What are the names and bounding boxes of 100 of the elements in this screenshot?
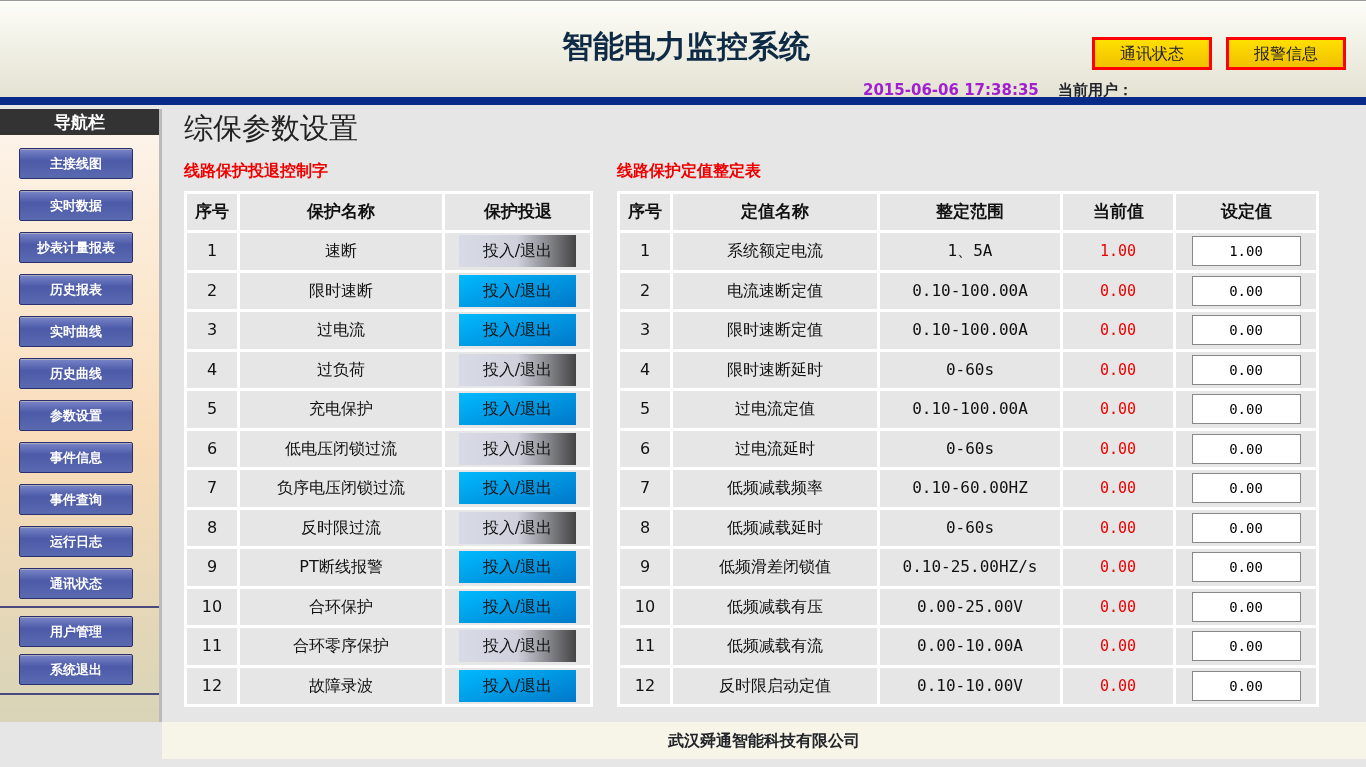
table-cell: 8: [187, 509, 237, 546]
table-cell: 7: [620, 470, 670, 507]
column-header: 序号: [620, 193, 670, 230]
table-cell: 0.00: [1063, 509, 1173, 546]
nav-button[interactable]: 历史曲线: [19, 358, 133, 389]
sidebar-title: 导航栏: [0, 109, 159, 135]
table-cell: 低频减载有流: [673, 628, 877, 665]
table-cell: 故障录波: [240, 667, 442, 704]
column-header: 保护名称: [240, 193, 442, 230]
table-cell: 10: [620, 588, 670, 625]
toggle-button[interactable]: 投入/退出: [459, 551, 576, 584]
page-title: 综保参数设置: [184, 110, 359, 147]
table-cell: 1: [187, 233, 237, 270]
toggle-button[interactable]: 投入/退出: [459, 590, 576, 623]
table-cell: 4: [620, 351, 670, 388]
table-cell: 限时速断: [240, 272, 442, 309]
table-cell: 0.00: [1063, 588, 1173, 625]
value-input[interactable]: 0.00: [1191, 394, 1301, 425]
value-input[interactable]: 0.00: [1191, 473, 1301, 504]
toggle-button[interactable]: 投入/退出: [459, 432, 576, 465]
table-cell: 4: [187, 351, 237, 388]
value-input[interactable]: 0.00: [1191, 591, 1301, 622]
table-cell: 系统额定电流: [673, 233, 877, 270]
toggle-button[interactable]: 投入/退出: [459, 630, 576, 663]
nav-button[interactable]: 实时曲线: [19, 316, 133, 347]
table-cell: 低频滑差闭锁值: [673, 549, 877, 586]
table-cell: 0.00: [1063, 391, 1173, 428]
toggle-button[interactable]: 投入/退出: [459, 511, 576, 544]
header-button[interactable]: 通讯状态: [1092, 37, 1212, 70]
value-input[interactable]: 0.00: [1191, 315, 1301, 346]
column-header: 当前值: [1063, 193, 1173, 230]
nav-button[interactable]: 运行日志: [19, 526, 133, 557]
value-input[interactable]: 0.00: [1191, 552, 1301, 583]
system-title: 智能电力监控系统: [562, 27, 810, 66]
value-input[interactable]: 0.00: [1191, 631, 1301, 662]
table-cell: 7: [187, 470, 237, 507]
nav-button[interactable]: 历史报表: [19, 274, 133, 305]
table-cell: 反时限启动定值: [673, 667, 877, 704]
table-cell: 0.00: [1063, 312, 1173, 349]
table-cell: 10: [187, 588, 237, 625]
toggle-button[interactable]: 投入/退出: [459, 393, 576, 426]
table-cell: 0.00: [1063, 628, 1173, 665]
table-cell: 8: [620, 509, 670, 546]
value-input[interactable]: 0.00: [1191, 433, 1301, 464]
table-cell: 低电压闭锁过流: [240, 430, 442, 467]
column-header: 设定值: [1176, 193, 1316, 230]
table-cell: 过电流定值: [673, 391, 877, 428]
table-cell: 限时速断定值: [673, 312, 877, 349]
nav-button[interactable]: 事件信息: [19, 442, 133, 473]
table-cell: 6: [620, 430, 670, 467]
table-cell: 1、5A: [880, 233, 1060, 270]
table-cell: 0.00: [1063, 549, 1173, 586]
table-cell: 0.10-10.00V: [880, 667, 1060, 704]
toggle-button[interactable]: 投入/退出: [459, 314, 576, 347]
nav-button[interactable]: 系统退出: [19, 654, 133, 685]
table-cell: 0-60s: [880, 430, 1060, 467]
value-input[interactable]: 0.00: [1191, 275, 1301, 306]
table-cell: 充电保护: [240, 391, 442, 428]
table-cell: 0.10-60.00HZ: [880, 470, 1060, 507]
section-title: 线路保护定值整定表: [617, 159, 762, 182]
table-cell: 0.10-100.00A: [880, 272, 1060, 309]
toggle-button[interactable]: 投入/退出: [459, 669, 576, 702]
column-header: 定值名称: [673, 193, 877, 230]
nav-button[interactable]: 通讯状态: [19, 568, 133, 599]
value-input[interactable]: 0.00: [1191, 354, 1301, 385]
table-cell: 3: [620, 312, 670, 349]
table-cell: 负序电压闭锁过流: [240, 470, 442, 507]
table-cell: 9: [187, 549, 237, 586]
toggle-button[interactable]: 投入/退出: [459, 353, 576, 386]
table-cell: 0.00-25.00V: [880, 588, 1060, 625]
table-cell: 5: [620, 391, 670, 428]
current-user-label: 当前用户：: [1058, 80, 1133, 101]
value-input[interactable]: 0.00: [1191, 512, 1301, 543]
section-title: 线路保护投退控制字: [184, 159, 329, 182]
table-cell: 1.00: [1063, 233, 1173, 270]
toggle-button[interactable]: 投入/退出: [459, 472, 576, 505]
nav-button[interactable]: 用户管理: [19, 616, 133, 647]
table-cell: 0.00: [1063, 351, 1173, 388]
nav-button[interactable]: 抄表计量报表: [19, 232, 133, 263]
table-cell: 1: [620, 233, 670, 270]
table-cell: 反时限过流: [240, 509, 442, 546]
table-cell: 限时速断延时: [673, 351, 877, 388]
datetime-text: 2015-06-06 17:38:35: [863, 80, 1039, 101]
nav-button[interactable]: 事件查询: [19, 484, 133, 515]
table-cell: 合环零序保护: [240, 628, 442, 665]
table-cell: 0.00: [1063, 470, 1173, 507]
toggle-button[interactable]: 投入/退出: [459, 274, 576, 307]
value-input[interactable]: 1.00: [1191, 236, 1301, 267]
table-cell: 0.10-100.00A: [880, 312, 1060, 349]
table-cell: 过电流延时: [673, 430, 877, 467]
toggle-button[interactable]: 投入/退出: [459, 235, 576, 268]
nav-button[interactable]: 实时数据: [19, 190, 133, 221]
value-input[interactable]: 0.00: [1191, 670, 1301, 701]
nav-button[interactable]: 参数设置: [19, 400, 133, 431]
table-cell: 5: [187, 391, 237, 428]
nav-button[interactable]: 主接线图: [19, 148, 133, 179]
column-header: 序号: [187, 193, 237, 230]
table-cell: 过负荷: [240, 351, 442, 388]
table-cell: 0-60s: [880, 509, 1060, 546]
header-button[interactable]: 报警信息: [1226, 37, 1346, 70]
